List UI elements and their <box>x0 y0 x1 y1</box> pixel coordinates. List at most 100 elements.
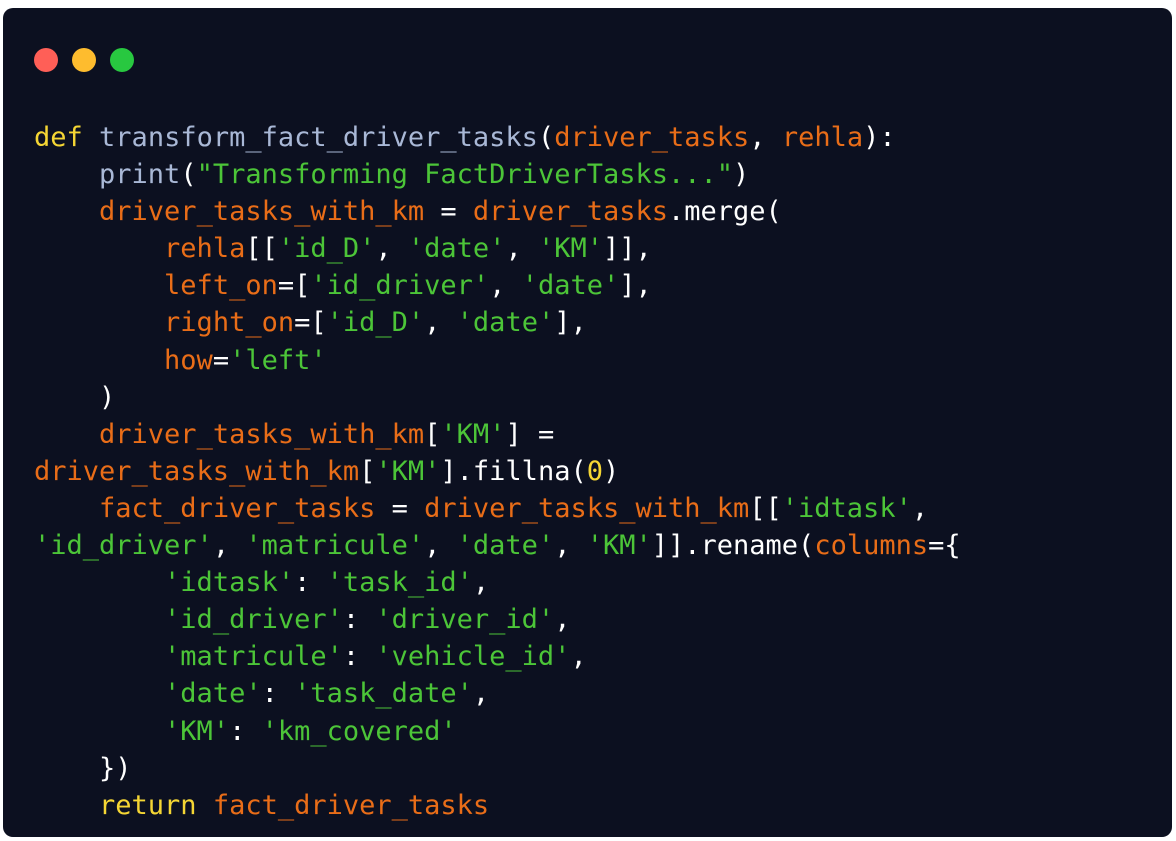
code-token-string: 'date' <box>456 530 555 562</box>
code-line: how='left' <box>34 342 961 379</box>
code-token-plain: : <box>229 715 262 747</box>
code-token-plain: , <box>424 530 457 562</box>
code-token-string: 'matricule' <box>164 641 343 673</box>
code-token-plain: = <box>375 492 425 524</box>
code-token-plain: , <box>472 678 490 710</box>
code-token-plain: , <box>424 307 457 339</box>
code-token-plain: , <box>570 641 587 673</box>
code-token-funcname: transform_fact_driver_tasks <box>99 122 538 153</box>
code-token-var: left_on <box>164 270 278 302</box>
code-token-string: 'driver_id' <box>375 604 555 636</box>
code-token-string: 'date' <box>456 307 555 339</box>
code-token-var: driver_tasks_with_km <box>99 196 425 228</box>
code-token-keyword: def <box>34 122 83 153</box>
code-token-plain: , <box>554 530 587 562</box>
code-token-plain: [ <box>359 455 376 487</box>
code-token-param: rehla <box>781 122 864 153</box>
code-token-plain: }) <box>34 752 132 784</box>
code-token-string: 'id_driver' <box>164 604 343 636</box>
code-token-plain: , <box>375 233 408 265</box>
code-line: 'idtask': 'task_id', <box>34 564 961 601</box>
code-token-plain: ): <box>863 122 896 153</box>
code-token-string: 'KM' <box>375 455 441 487</box>
code-token-string: 'task_date' <box>294 678 473 710</box>
code-token-plain: ]].rename( <box>651 530 815 562</box>
code-token-var: how <box>164 344 213 376</box>
code-token-plain: ], <box>619 270 652 302</box>
code-line: right_on=['id_D', 'date'], <box>34 304 961 341</box>
code-line: fact_driver_tasks = driver_tasks_with_km… <box>34 490 961 527</box>
code-line: driver_tasks_with_km = driver_tasks.merg… <box>34 193 961 230</box>
code-token-plain: [[ <box>245 233 278 265</box>
code-token-number: 0 <box>586 455 603 487</box>
minimize-button-icon[interactable] <box>72 48 96 72</box>
code-token-plain: , <box>505 233 538 265</box>
code-token-string: 'id_driver' <box>310 270 490 302</box>
code-token-plain: .merge( <box>668 196 782 228</box>
code-line: return fact_driver_tasks <box>34 787 961 824</box>
code-line: def transform_fact_driver_tasks(driver_t… <box>34 119 961 156</box>
code-token-plain: ]], <box>603 233 652 265</box>
code-token-string: 'vehicle_id' <box>375 641 571 673</box>
code-token-plain: [ <box>424 418 441 450</box>
code-token-plain: : <box>294 567 327 599</box>
code-token-var: rehla <box>164 233 246 265</box>
code-token-string: 'KM' <box>537 233 603 265</box>
close-button-icon[interactable] <box>34 48 58 72</box>
maximize-button-icon[interactable] <box>110 48 134 72</box>
code-token-keyword: return <box>99 789 197 821</box>
code-token-plain: ], <box>554 307 587 339</box>
code-token-var: driver_tasks_with_km <box>424 492 750 524</box>
code-token-var: driver_tasks <box>472 196 668 228</box>
code-line: left_on=['id_driver', 'date'], <box>34 267 961 304</box>
code-token-plain: : <box>261 678 295 710</box>
code-line: 'id_driver', 'matricule', 'date', 'KM']]… <box>34 527 961 564</box>
code-token-plain: ].fillna( <box>440 455 587 487</box>
code-line: }) <box>34 750 961 787</box>
code-token-string: 'date' <box>164 678 262 710</box>
code-token-var: right_on <box>164 307 295 339</box>
code-token-plain: =[ <box>277 270 311 302</box>
code-token-var: fact_driver_tasks <box>212 789 490 821</box>
code-token-string: "Transforming FactDriverTasks..." <box>196 159 734 191</box>
code-token-var: driver_tasks_with_km <box>34 455 360 487</box>
window-controls <box>34 48 134 72</box>
code-token-string: 'id_D' <box>326 307 425 339</box>
code-token-string: 'date' <box>521 270 620 302</box>
code-token-plain: ] = <box>505 418 555 450</box>
code-token-plain: = <box>212 344 230 376</box>
code-token-plain: , <box>554 604 571 636</box>
code-token-string: 'matricule' <box>245 530 425 562</box>
code-line: ) <box>34 379 961 416</box>
code-window: def transform_fact_driver_tasks( driver_t… <box>3 8 1172 837</box>
code-token-plain: , <box>749 122 782 153</box>
code-token-string: 'idtask' <box>781 492 912 524</box>
code-token-string: 'id_D' <box>277 233 376 265</box>
code-token-var: columns <box>814 530 929 562</box>
code-line: rehla[['id_D', 'date', 'KM']], <box>34 230 961 267</box>
code-token-plain: : <box>342 641 376 673</box>
code-block: def transform_fact_driver_tasks( driver_t… <box>34 119 961 824</box>
code-token-plain: ={ <box>928 530 961 562</box>
code-token-string: 'KM' <box>586 530 652 562</box>
code-token-plain: ( <box>537 122 555 153</box>
code-token-plain: , <box>489 270 522 302</box>
code-token-string: 'task_id' <box>326 567 473 599</box>
code-token-plain: = <box>424 196 473 228</box>
code-token-plain: , <box>911 492 929 524</box>
code-line: 'matricule': 'vehicle_id', <box>34 638 961 675</box>
code-token-var: driver_tasks_with_km <box>99 418 425 450</box>
code-line: 'KM': 'km_covered' <box>34 713 961 750</box>
